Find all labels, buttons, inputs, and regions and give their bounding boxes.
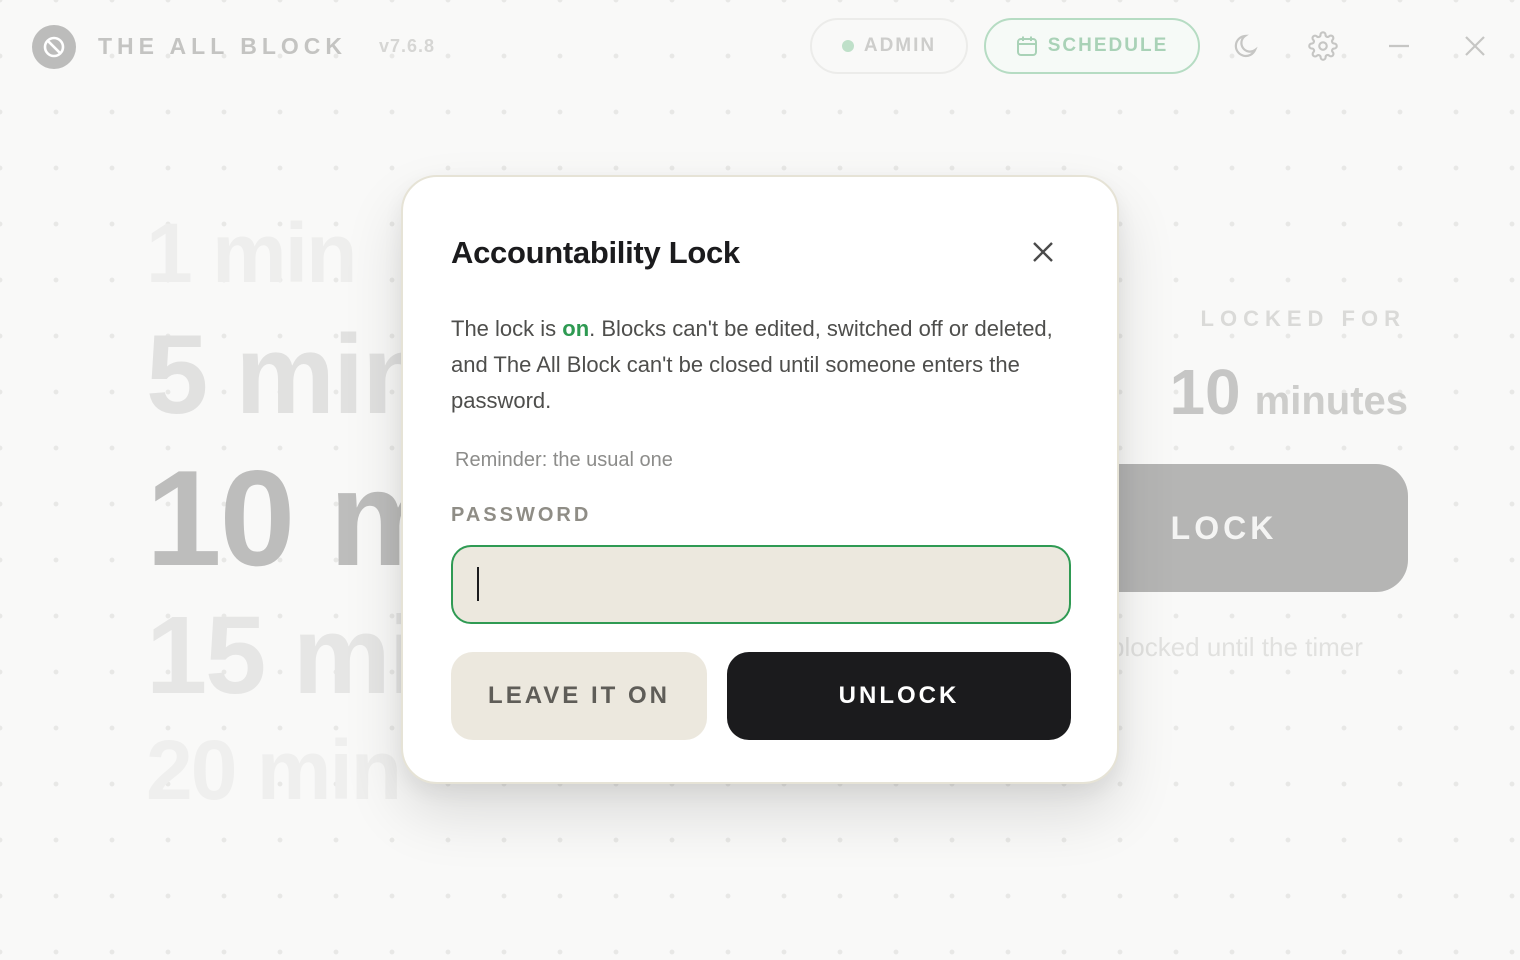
gear-icon[interactable] bbox=[1307, 30, 1339, 62]
dialog-close-icon[interactable] bbox=[1025, 234, 1061, 270]
lock-hint: blocked until the timer bbox=[1110, 632, 1363, 662]
schedule-label: SCHEDULE bbox=[1047, 35, 1169, 56]
app-version: v7.6.8 bbox=[379, 36, 436, 56]
lock-status: on bbox=[562, 316, 590, 341]
admin-button[interactable]: ADMIN bbox=[810, 18, 968, 74]
locked-duration-unit: minutes bbox=[1254, 379, 1408, 423]
accountability-lock-dialog: Accountability Lock The lock is on. Bloc… bbox=[401, 175, 1119, 784]
locked-for-label: LOCKED FOR bbox=[1200, 306, 1406, 331]
title-bar: THE ALL BLOCK v7.6.8 ADMIN SCHEDULE bbox=[0, 0, 1520, 96]
minimize-icon[interactable] bbox=[1383, 30, 1415, 62]
locked-duration: 10 minutes bbox=[1169, 355, 1408, 429]
duration-option[interactable]: 1 min bbox=[146, 205, 357, 302]
calendar-icon bbox=[1016, 35, 1038, 57]
status-dot-icon bbox=[841, 40, 854, 52]
lock-button-label: LOCK bbox=[1170, 509, 1278, 546]
text-cursor bbox=[477, 567, 479, 601]
close-icon[interactable] bbox=[1459, 30, 1491, 62]
locked-duration-value: 10 bbox=[1169, 356, 1241, 428]
dialog-title: Accountability Lock bbox=[451, 235, 740, 270]
app-window: THE ALL BLOCK v7.6.8 ADMIN SCHEDULE 1 mi… bbox=[0, 0, 1520, 960]
admin-label: ADMIN bbox=[863, 35, 937, 56]
duration-option[interactable]: 5 min bbox=[146, 310, 431, 439]
password-label: PASSWORD bbox=[451, 504, 592, 526]
password-input[interactable] bbox=[451, 545, 1071, 624]
message-prefix: The lock is bbox=[451, 316, 563, 341]
password-reminder: Reminder: the usual one bbox=[455, 449, 673, 471]
app-name: THE ALL BLOCK bbox=[98, 33, 347, 59]
leave-it-on-button[interactable]: LEAVE IT ON bbox=[451, 652, 707, 740]
dialog-message: The lock is on. Blocks can't be edited, … bbox=[451, 311, 1071, 419]
unlock-button[interactable]: UNLOCK bbox=[727, 652, 1071, 740]
duration-option[interactable]: 20 min bbox=[146, 722, 402, 819]
schedule-button[interactable]: SCHEDULE bbox=[984, 18, 1200, 74]
block-icon bbox=[32, 25, 76, 69]
moon-icon[interactable] bbox=[1231, 30, 1263, 62]
